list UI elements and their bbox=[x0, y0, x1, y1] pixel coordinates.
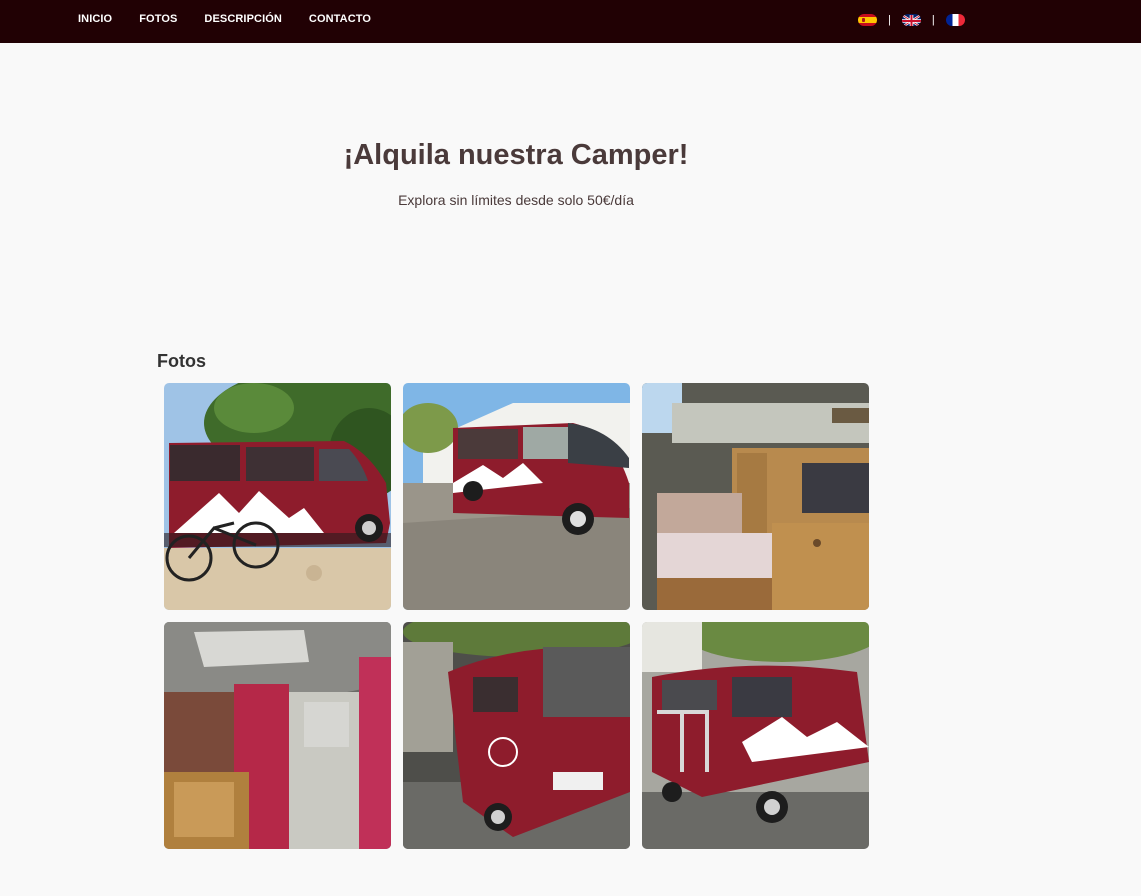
nav-link-contacto[interactable]: CONTACTO bbox=[309, 12, 371, 26]
language-separator: | bbox=[888, 14, 891, 26]
top-navbar: INICIO FOTOS DESCRIPCIÓN CONTACTO | | bbox=[0, 0, 1141, 43]
hero-subtitle: Explora sin límites desde solo 50€/día bbox=[398, 192, 634, 208]
nav-link-inicio[interactable]: INICIO bbox=[78, 12, 112, 26]
photo-van-rear-bike-rack[interactable] bbox=[642, 622, 869, 849]
nav-link-descripcion[interactable]: DESCRIPCIÓN bbox=[204, 12, 282, 26]
photo-van-interior-bed[interactable] bbox=[642, 383, 869, 610]
france-flag-icon[interactable] bbox=[945, 14, 965, 26]
uk-flag-icon[interactable] bbox=[901, 14, 921, 26]
photo-gallery bbox=[164, 383, 869, 849]
gallery-title: Fotos bbox=[157, 351, 206, 371]
spain-flag-icon[interactable] bbox=[858, 14, 877, 26]
language-separator: | bbox=[931, 14, 935, 26]
nav-links: INICIO FOTOS DESCRIPCIÓN CONTACTO bbox=[78, 12, 398, 26]
photo-van-rear-left[interactable] bbox=[403, 622, 630, 849]
photo-van-interior-curtains[interactable] bbox=[164, 622, 391, 849]
nav-link-fotos[interactable]: FOTOS bbox=[139, 12, 177, 26]
hero-title: ¡Alquila nuestra Camper! bbox=[343, 139, 689, 171]
language-switcher: | | bbox=[858, 13, 965, 27]
photo-van-side-with-bike[interactable] bbox=[164, 383, 391, 610]
photo-van-front-street[interactable] bbox=[403, 383, 630, 610]
